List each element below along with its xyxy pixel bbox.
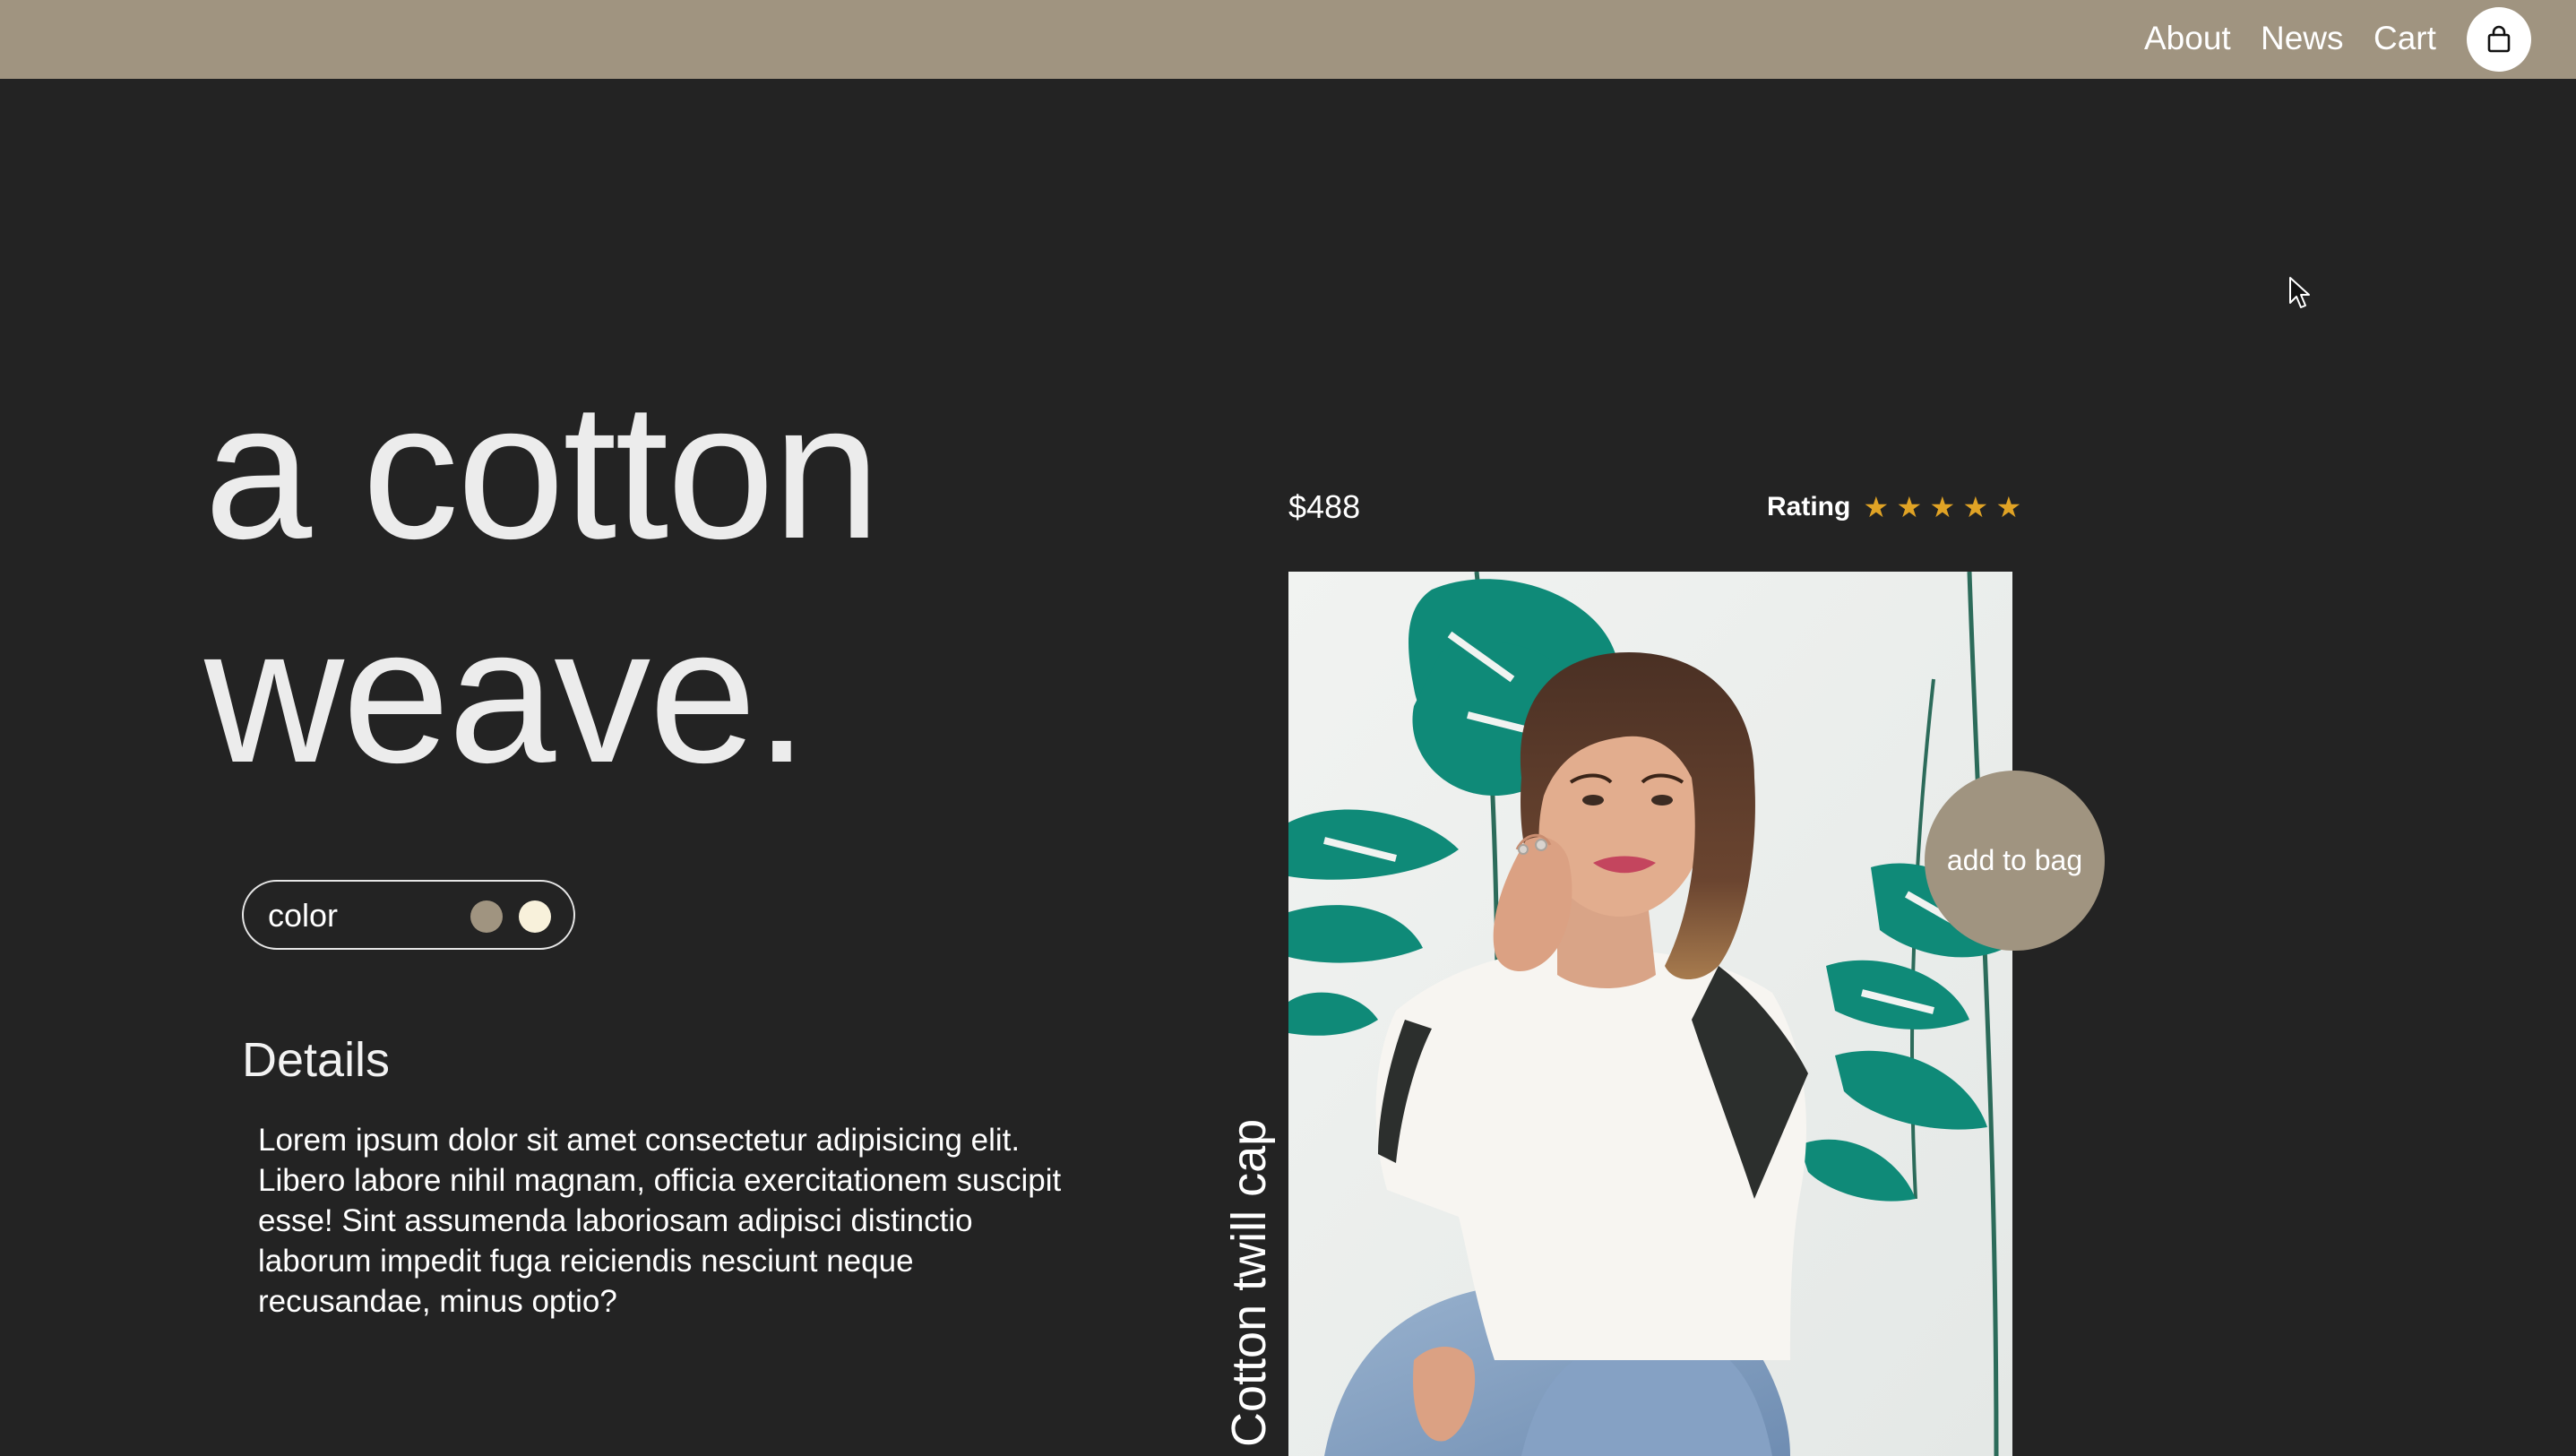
details-description: Lorem ipsum dolor sit amet consectetur a…: [258, 1123, 1062, 1319]
color-swatch-cream[interactable]: [519, 900, 551, 933]
color-picker: color: [242, 880, 575, 950]
nav-link-cart[interactable]: Cart: [2374, 18, 2436, 59]
star-icon: ★: [1995, 491, 2022, 523]
product-rating: Rating ★ ★ ★ ★ ★: [1767, 490, 2025, 524]
mouse-cursor-icon: [2289, 277, 2310, 308]
add-to-bag-button[interactable]: add to bag: [1925, 771, 2105, 951]
hero-headline-line-2: weave.: [204, 586, 808, 803]
model-photo-illustration: [1288, 572, 2012, 1456]
star-icon: ★: [1896, 491, 1923, 523]
nav-link-about[interactable]: About: [2144, 18, 2231, 59]
star-icon: ★: [1929, 491, 1956, 523]
product-photo: [1288, 572, 2012, 1456]
product-page: About News Cart a cotton weave. color De…: [0, 0, 2576, 1456]
shopping-bag-icon: [2487, 25, 2511, 53]
hero-headline-line-1: a cotton: [204, 362, 881, 579]
shopping-bag-button[interactable]: [2467, 7, 2531, 72]
product-name: Cotton twill cap: [1222, 1118, 1276, 1447]
nav-link-news[interactable]: News: [2261, 18, 2344, 59]
rating-label: Rating: [1767, 492, 1851, 521]
details-heading: Details: [242, 1033, 391, 1087]
color-swatch-taupe[interactable]: [470, 900, 503, 933]
hero-headline: a cotton weave.: [204, 358, 881, 806]
product-price: $488: [1288, 488, 1361, 525]
top-navbar: About News Cart: [0, 0, 2576, 79]
star-icon: ★: [1863, 491, 1890, 523]
star-icon: ★: [1962, 491, 1989, 523]
color-label: color: [268, 897, 339, 934]
